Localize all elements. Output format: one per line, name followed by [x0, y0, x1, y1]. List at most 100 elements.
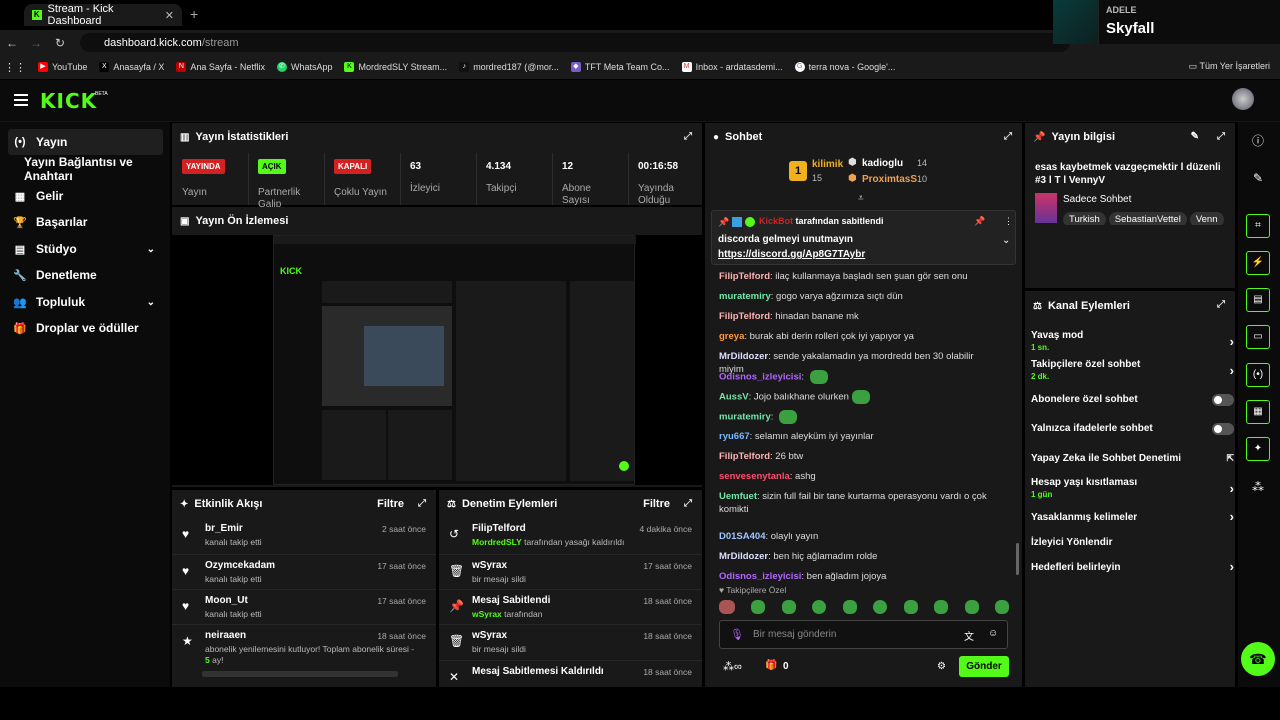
- filter-button[interactable]: Filtre: [377, 498, 404, 510]
- apps-icon[interactable]: ⋮⋮: [0, 61, 30, 74]
- gear-icon[interactable]: ⚙: [937, 661, 946, 672]
- community-icon[interactable]: ⁂: [1246, 475, 1270, 499]
- bookmark-google[interactable]: Gterra nova - Google'...: [794, 62, 895, 72]
- sidebar-item-basarilar[interactable]: 🏆 Başarılar: [8, 209, 163, 235]
- action-goals[interactable]: Hedefleri belirleyin ›: [1031, 559, 1234, 574]
- support-button[interactable]: ☎: [1241, 642, 1275, 676]
- emote-icon[interactable]: [812, 600, 827, 614]
- chat-username[interactable]: Odisnos_izleyicisi: [719, 372, 801, 383]
- emote-icon[interactable]: [903, 600, 918, 614]
- chat-scrollbar[interactable]: [1016, 543, 1019, 575]
- chat-username[interactable]: Odisnos_izleyicisi: [719, 571, 801, 582]
- chevron-down-icon[interactable]: ⌄: [1002, 235, 1010, 246]
- tag[interactable]: Turkish: [1063, 212, 1106, 225]
- action-account-age[interactable]: Hesap yaşı kısıtlaması 1 gün ›: [1031, 477, 1234, 499]
- pencil-icon[interactable]: ✎: [1246, 166, 1270, 190]
- pencil-icon[interactable]: ✎: [1191, 131, 1199, 142]
- wrench-icon[interactable]: ✦: [1246, 437, 1270, 461]
- chat-username[interactable]: AussV: [719, 392, 749, 403]
- send-button[interactable]: Gönder: [959, 656, 1009, 677]
- leader-name[interactable]: ProximtasS: [862, 174, 917, 185]
- chat-username[interactable]: greya: [719, 331, 744, 342]
- emote-icon[interactable]: [842, 600, 857, 614]
- menu-icon[interactable]: [14, 94, 28, 106]
- pinned-link[interactable]: https://discord.gg/Ap8G7TAybr: [718, 249, 865, 260]
- emote-icon[interactable]: [751, 600, 766, 614]
- sidebar-item-studyo[interactable]: ▤ Stüdyo ⌄: [8, 236, 163, 262]
- chat-username[interactable]: senvesenytanla: [719, 471, 790, 482]
- chat-username[interactable]: MrDildozer: [719, 551, 768, 562]
- more-icon[interactable]: ⋮: [1004, 216, 1013, 227]
- tag[interactable]: Venn: [1189, 212, 1224, 225]
- emote-icon[interactable]: [994, 600, 1009, 614]
- sidebar-item-stream-key[interactable]: Yayın Bağlantısı ve Anahtarı: [8, 155, 170, 183]
- expand-icon[interactable]: ⤢: [418, 498, 426, 509]
- collapse-icon[interactable]: ⩡: [858, 193, 864, 204]
- stream-preview[interactable]: KICK: [172, 235, 702, 485]
- expand-icon[interactable]: ⤢: [684, 498, 692, 509]
- bookmark-gmail[interactable]: M Inbox - ardatasdemi...: [681, 62, 783, 72]
- bookmark-youtube[interactable]: ▶ YouTube: [38, 62, 87, 72]
- forward-icon[interactable]: →: [24, 36, 48, 50]
- broadcast-icon[interactable]: (•): [1246, 363, 1270, 387]
- toggle-switch[interactable]: [1212, 423, 1234, 435]
- chat-username[interactable]: muratemiry: [719, 291, 771, 302]
- bookmark-tiktok[interactable]: ♪ mordred187 (@mor...: [459, 62, 559, 72]
- tag[interactable]: SebastianVettel: [1108, 212, 1187, 225]
- bookmark-x[interactable]: X Anasayfa / X: [99, 62, 164, 72]
- chat-input[interactable]: Bir mesaj gönderin: [753, 629, 836, 640]
- bookmark-whatsapp[interactable]: ✆ WhatsApp: [276, 62, 332, 72]
- chat-bubble-icon[interactable]: ▭: [1246, 325, 1270, 349]
- notes-icon[interactable]: ▤: [1246, 288, 1270, 312]
- emoji-icon[interactable]: ☺: [988, 628, 998, 639]
- emote-icon[interactable]: [781, 600, 796, 614]
- bookmark-mordredsly[interactable]: K MordredSLY Stream...: [344, 62, 447, 72]
- chat-username[interactable]: Uemfuet: [719, 491, 757, 502]
- category-name[interactable]: Sadece Sohbet: [1063, 194, 1131, 205]
- translate-icon[interactable]: 文: [964, 628, 974, 643]
- sidebar-item-yayin[interactable]: (•) Yayın: [8, 129, 163, 155]
- chat-username[interactable]: MrDildozer: [719, 351, 768, 362]
- reload-icon[interactable]: ↻: [48, 36, 72, 50]
- expand-icon[interactable]: ⤢: [1217, 131, 1225, 142]
- gift-icon[interactable]: 🎁: [765, 660, 777, 671]
- filter-button[interactable]: Filtre: [643, 498, 670, 510]
- layout-icon[interactable]: ▦: [1246, 400, 1270, 424]
- action-slow-mode[interactable]: Yavaş mod 1 sn. ›: [1031, 330, 1234, 352]
- action-ai-moderation[interactable]: Yapay Zeka ile Sohbet Denetimi ⇱: [1031, 453, 1234, 464]
- infinity-icon[interactable]: ⁂∞: [723, 660, 742, 673]
- close-tab-icon[interactable]: ✕: [165, 9, 174, 22]
- back-icon[interactable]: ←: [0, 36, 24, 50]
- unpin-icon[interactable]: 📌: [974, 216, 985, 227]
- expand-icon[interactable]: ⤢: [684, 131, 692, 142]
- leader-name[interactable]: kilimik: [812, 159, 843, 170]
- chat-input-box[interactable]: 🎙 Bir mesaj gönderin 文 ☺: [719, 620, 1008, 649]
- expand-icon[interactable]: ⤢: [1217, 299, 1225, 310]
- chat-username[interactable]: FilipTelford: [719, 451, 770, 462]
- kick-logo[interactable]: KICK: [40, 89, 97, 113]
- bookmark-netflix[interactable]: N Ana Sayfa - Netflix: [176, 62, 265, 72]
- action-banned-words[interactable]: Yasaklanmış kelimeler ›: [1031, 509, 1234, 524]
- clip-icon[interactable]: ⌗: [1246, 214, 1270, 238]
- chat-username[interactable]: muratemiry: [719, 412, 771, 423]
- new-tab-icon[interactable]: +: [190, 6, 198, 22]
- avatar[interactable]: [1232, 88, 1254, 110]
- expand-icon[interactable]: ⤢: [1004, 131, 1012, 142]
- chat-username[interactable]: ryu667: [719, 431, 750, 442]
- action-host[interactable]: İzleyici Yönlendir: [1031, 537, 1226, 548]
- sidebar-item-gelir[interactable]: ▦ Gelir: [8, 183, 163, 209]
- emote-icon[interactable]: [719, 600, 735, 614]
- sidebar-item-denetleme[interactable]: 🔧 Denetleme: [8, 262, 163, 288]
- sidebar-item-droplar[interactable]: 🎁 Droplar ve ödüller: [8, 315, 163, 341]
- url-bar[interactable]: dashboard.kick.com/stream: [80, 33, 1070, 52]
- toggle-switch[interactable]: [1212, 394, 1234, 406]
- chat-username[interactable]: FilipTelford: [719, 311, 770, 322]
- lightning-icon[interactable]: ⚡: [1246, 251, 1270, 275]
- leader-name[interactable]: kadioglu: [862, 158, 903, 169]
- emote-icon[interactable]: [934, 600, 949, 614]
- sidebar-item-topluluk[interactable]: 👥 Topluluk ⌄: [8, 289, 163, 315]
- info-icon[interactable]: ⓘ: [1246, 129, 1270, 153]
- action-followers-only[interactable]: Takipçilere özel sohbet 2 dk. ›: [1031, 359, 1234, 381]
- bookmark-tft[interactable]: ◆ TFT Meta Team Co...: [570, 62, 670, 72]
- chat-username[interactable]: FilipTelford: [719, 271, 770, 282]
